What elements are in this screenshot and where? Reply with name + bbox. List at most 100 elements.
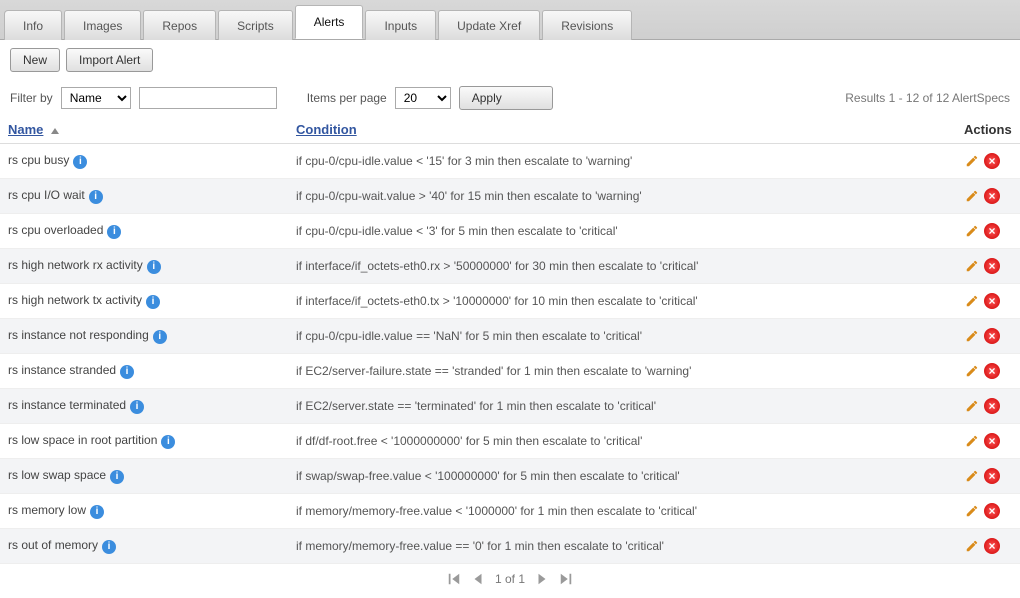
sort-ascending-icon xyxy=(51,128,59,134)
delete-icon[interactable]: × xyxy=(984,223,1000,239)
tab-scripts[interactable]: Scripts xyxy=(218,10,293,40)
delete-icon[interactable]: × xyxy=(984,153,1000,169)
info-icon[interactable]: i xyxy=(120,365,134,379)
edit-icon[interactable] xyxy=(964,538,980,554)
tab-update-xref[interactable]: Update Xref xyxy=(438,10,540,40)
edit-icon[interactable] xyxy=(964,503,980,519)
filter-field-select[interactable]: Name xyxy=(61,87,131,109)
info-icon[interactable]: i xyxy=(90,505,104,519)
edit-icon[interactable] xyxy=(964,398,980,414)
edit-icon[interactable] xyxy=(964,433,980,449)
alert-name: rs instance not responding xyxy=(8,328,149,342)
delete-icon[interactable]: × xyxy=(984,433,1000,449)
edit-icon[interactable] xyxy=(964,468,980,484)
column-header-name[interactable]: Name xyxy=(8,122,43,137)
edit-icon[interactable] xyxy=(964,188,980,204)
info-icon[interactable]: i xyxy=(153,330,167,344)
alert-condition: if cpu-0/cpu-idle.value < '15' for 3 min… xyxy=(288,154,956,168)
alert-name: rs memory low xyxy=(8,503,86,517)
import-alert-button[interactable]: Import Alert xyxy=(66,48,153,72)
delete-icon[interactable]: × xyxy=(984,188,1000,204)
tab-info[interactable]: Info xyxy=(4,10,62,40)
info-icon[interactable]: i xyxy=(147,260,161,274)
delete-icon[interactable]: × xyxy=(984,363,1000,379)
info-icon[interactable]: i xyxy=(130,400,144,414)
tab-revisions[interactable]: Revisions xyxy=(542,10,632,40)
new-button[interactable]: New xyxy=(10,48,60,72)
alert-condition: if cpu-0/cpu-wait.value > '40' for 15 mi… xyxy=(288,189,956,203)
alert-name: rs cpu busy xyxy=(8,153,69,167)
info-icon[interactable]: i xyxy=(89,190,103,204)
table-row: rs out of memory i if memory/memory-free.v… xyxy=(0,529,1020,564)
grid-header: Name Condition Actions xyxy=(0,116,1020,144)
alert-condition: if EC2/server.state == 'terminated' for … xyxy=(288,399,956,413)
edit-icon[interactable] xyxy=(964,293,980,309)
info-icon[interactable]: i xyxy=(110,470,124,484)
alert-condition: if df/df-root.free < '1000000000' for 5 … xyxy=(288,434,956,448)
table-row: rs high network rx activityiif interface… xyxy=(0,249,1020,284)
alert-condition: if swap/swap-free.value < '100000000' fo… xyxy=(288,469,956,483)
edit-icon[interactable] xyxy=(964,328,980,344)
delete-icon[interactable]: × xyxy=(984,538,1000,554)
edit-icon[interactable] xyxy=(964,223,980,239)
alert-name: rs instance stranded xyxy=(8,363,116,377)
alert-name: rs low swap space xyxy=(8,468,106,482)
alert-name: rs low space in root partition xyxy=(8,433,157,447)
tab-images[interactable]: Images xyxy=(64,10,141,40)
table-row: rs instance not responding i if cpu-0/cpu-… xyxy=(0,319,1020,354)
info-icon[interactable]: i xyxy=(73,155,87,169)
pager-text: 1 of 1 xyxy=(495,572,525,586)
alert-condition: if EC2/server-failure.state == 'stranded… xyxy=(288,364,956,378)
pager-prev-icon[interactable] xyxy=(471,572,485,586)
alert-name: rs cpu I/O wait xyxy=(8,188,85,202)
table-row: rs memory low i if memory/memory-free.valu… xyxy=(0,494,1020,529)
delete-icon[interactable]: × xyxy=(984,293,1000,309)
edit-icon[interactable] xyxy=(964,153,980,169)
alert-name: rs high network tx activity xyxy=(8,293,142,307)
alert-condition: if memory/memory-free.value == '0' for 1… xyxy=(288,539,956,553)
alert-condition: if interface/if_octets-eth0.tx > '100000… xyxy=(288,294,956,308)
tab-alerts[interactable]: Alerts xyxy=(295,5,364,39)
toolbar: New Import Alert xyxy=(0,40,1020,80)
alert-name: rs high network rx activity xyxy=(8,258,143,272)
pager-last-icon[interactable] xyxy=(559,572,573,586)
apply-button[interactable]: Apply xyxy=(459,86,553,110)
filter-bar: Filter by Name Items per page 20 Apply R… xyxy=(0,80,1020,116)
items-per-page-select[interactable]: 20 xyxy=(395,87,451,109)
column-header-condition[interactable]: Condition xyxy=(296,122,357,137)
delete-icon[interactable]: × xyxy=(984,258,1000,274)
filter-text-input[interactable] xyxy=(139,87,277,109)
delete-icon[interactable]: × xyxy=(984,503,1000,519)
delete-icon[interactable]: × xyxy=(984,468,1000,484)
alerts-grid: Name Condition Actions rs cpu busy i if cp… xyxy=(0,116,1020,564)
table-row: rs low swap space i if swap/swap-free.valu… xyxy=(0,459,1020,494)
alert-name: rs instance terminated xyxy=(8,398,126,412)
table-row: rs instance terminated i if EC2/server.sta… xyxy=(0,389,1020,424)
edit-icon[interactable] xyxy=(964,363,980,379)
table-row: rs high network tx activity i if interface… xyxy=(0,284,1020,319)
table-row: rs cpu busy i if cpu-0/cpu-idle.value < '1… xyxy=(0,144,1020,179)
delete-icon[interactable]: × xyxy=(984,328,1000,344)
tab-inputs[interactable]: Inputs xyxy=(365,10,436,40)
delete-icon[interactable]: × xyxy=(984,398,1000,414)
tab-repos[interactable]: Repos xyxy=(143,10,216,40)
edit-icon[interactable] xyxy=(964,258,980,274)
info-icon[interactable]: i xyxy=(102,540,116,554)
alert-condition: if cpu-0/cpu-idle.value < '3' for 5 min … xyxy=(288,224,956,238)
pager-next-icon[interactable] xyxy=(535,572,549,586)
table-row: rs cpu overloaded i if cpu-0/cpu-idle.valu… xyxy=(0,214,1020,249)
table-row: rs low space in root partition i if df/df-… xyxy=(0,424,1020,459)
info-icon[interactable]: i xyxy=(146,295,160,309)
filter-by-label: Filter by xyxy=(10,91,53,105)
items-per-page-label: Items per page xyxy=(307,91,387,105)
info-icon[interactable]: i xyxy=(107,225,121,239)
alert-name: rs out of memory xyxy=(8,538,98,552)
info-icon[interactable]: i xyxy=(161,435,175,449)
results-summary: Results 1 - 12 of 12 AlertSpecs xyxy=(845,91,1010,105)
alert-condition: if cpu-0/cpu-idle.value == 'NaN' for 5 m… xyxy=(288,329,956,343)
table-row: rs instance stranded i if EC2/server-failu… xyxy=(0,354,1020,389)
pager-first-icon[interactable] xyxy=(447,572,461,586)
alert-name: rs cpu overloaded xyxy=(8,223,103,237)
alert-condition: if memory/memory-free.value < '1000000' … xyxy=(288,504,956,518)
tab-strip: InfoImagesReposScriptsAlertsInputsUpdate… xyxy=(0,0,1020,40)
